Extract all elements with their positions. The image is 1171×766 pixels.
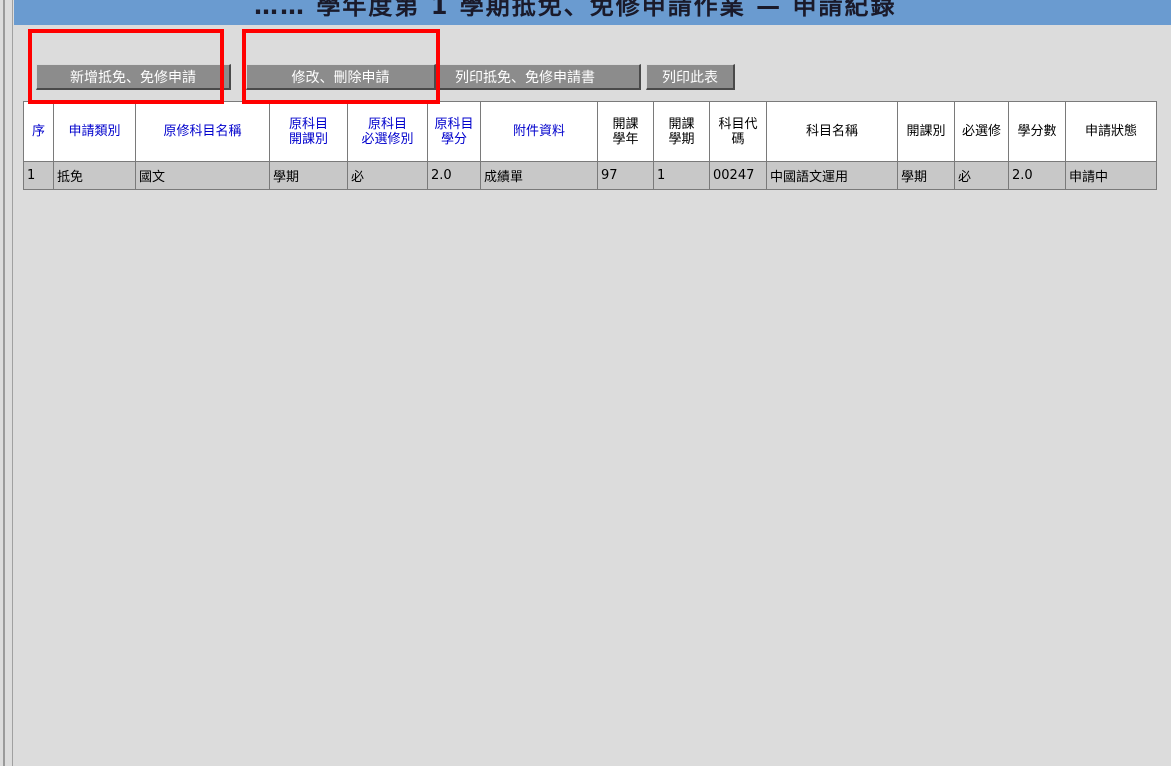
column-header: 開課別 <box>897 101 955 162</box>
column-header: 原科目 學分 <box>427 101 481 162</box>
column-header: 學分數 <box>1008 101 1066 162</box>
column-header: 申請狀態 <box>1065 101 1157 162</box>
table-cell: 成績單 <box>480 161 598 190</box>
column-header: 申請類別 <box>53 101 136 162</box>
title-bar: …… 學年度第 1 學期抵免、免修申請作業 — 申請紀錄 <box>14 0 1171 25</box>
column-header: 原科目 必選修別 <box>347 101 428 162</box>
column-header: 序 <box>23 101 54 162</box>
table-cell: 必 <box>347 161 428 190</box>
table-cell: 1 <box>23 161 54 190</box>
column-header: 必選修 <box>954 101 1009 162</box>
table-cell: 必 <box>954 161 1009 190</box>
application-table: 序申請類別 原修科目名稱 原科目 開課別 原科目 必選修別 原科目 學分 附件資料 開課 學… <box>23 101 1157 190</box>
print-table-button[interactable]: 列印此表 <box>646 64 735 90</box>
edit-delete-button[interactable]: 修改、刪除申請 <box>246 64 436 90</box>
table-cell: 學期 <box>897 161 955 190</box>
column-header: 開課 學期 <box>653 101 710 162</box>
page-title: …… 學年度第 1 學期抵免、免修申請作業 — 申請紀錄 <box>254 0 897 20</box>
table-cell: 抵免 <box>53 161 136 190</box>
table-body: 1 抵免 國文 學期必 2.0 成績單 97 1 00247 中國語文運用 學期必 2.0 申請中 <box>23 161 1157 190</box>
column-header: 科目代 碼 <box>709 101 767 162</box>
frame-border <box>0 0 13 766</box>
column-header: 原修科目名稱 <box>135 101 270 162</box>
column-header: 科目名稱 <box>766 101 898 162</box>
table-cell: 2.0 <box>427 161 481 190</box>
table-cell: 1 <box>653 161 710 190</box>
print-application-button[interactable]: 列印抵免、免修申請書 <box>410 64 641 90</box>
table-cell: 學期 <box>269 161 348 190</box>
column-header: 附件資料 <box>480 101 598 162</box>
column-header: 開課 學年 <box>597 101 654 162</box>
add-application-button[interactable]: 新增抵免、免修申請 <box>36 64 231 90</box>
table-cell: 00247 <box>709 161 767 190</box>
table-cell: 中國語文運用 <box>766 161 898 190</box>
status-cell[interactable]: 申請中 <box>1065 161 1157 190</box>
table-cell: 2.0 <box>1008 161 1066 190</box>
table-row[interactable]: 1 抵免 國文 學期必 2.0 成績單 97 1 00247 中國語文運用 學期必 2.0 申請中 <box>23 161 1157 190</box>
table-cell: 97 <box>597 161 654 190</box>
table-cell: 國文 <box>135 161 270 190</box>
column-header: 原科目 開課別 <box>269 101 348 162</box>
table-header-row: 序申請類別 原修科目名稱 原科目 開課別 原科目 必選修別 原科目 學分 附件資料 開課 學… <box>23 101 1157 162</box>
